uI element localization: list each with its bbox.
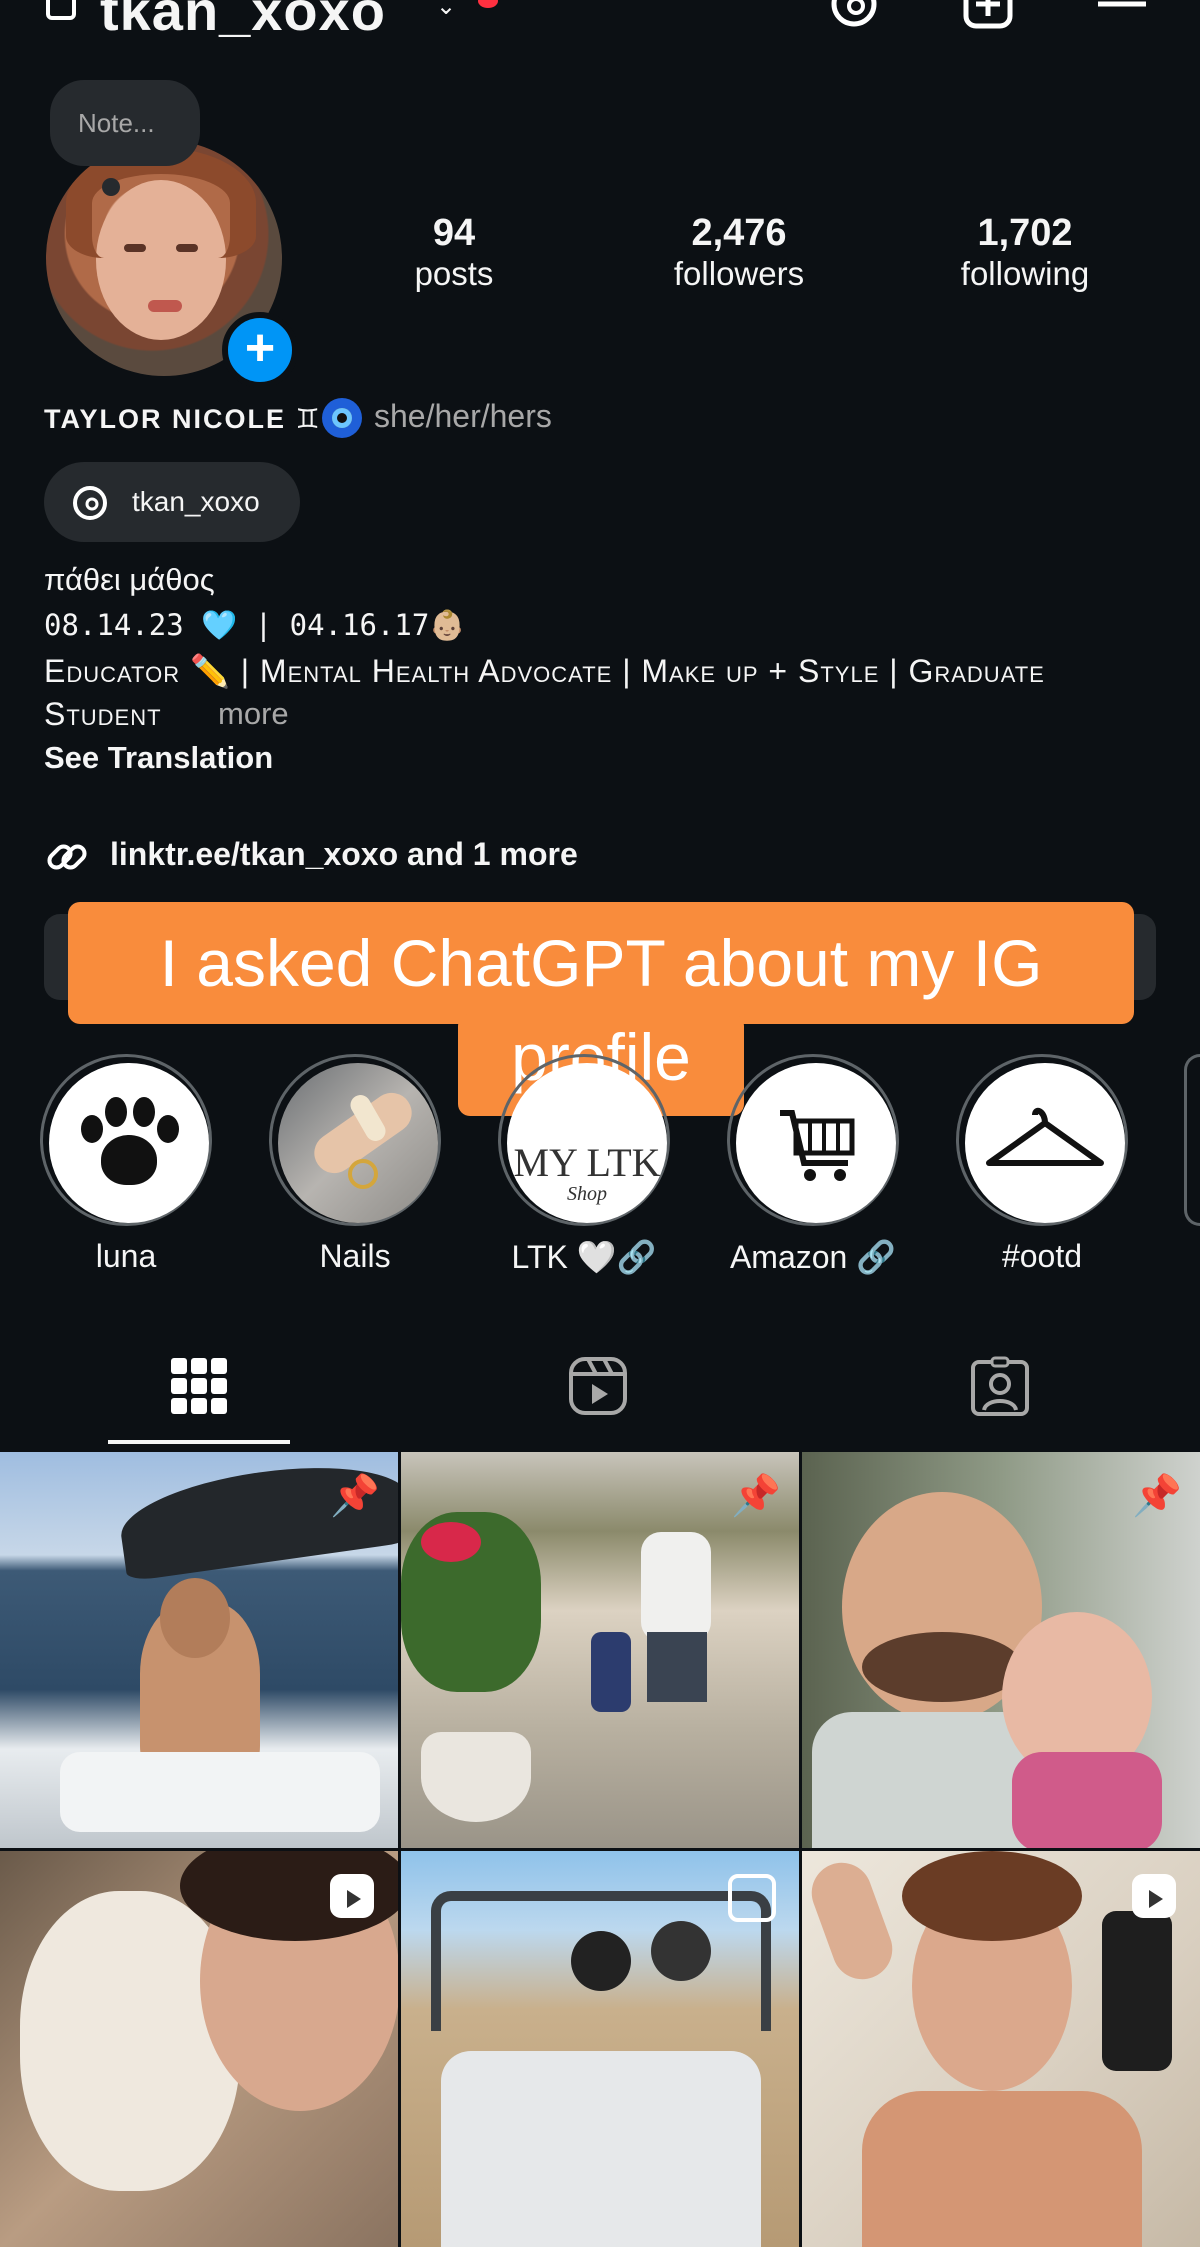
following-stat[interactable]: 1,702 following [905,212,1145,293]
pin-icon: 📌 [1132,1474,1182,1518]
highlight-label: #ootd [1001,1238,1083,1274]
menu-icon[interactable] [1096,0,1148,30]
see-translation-link[interactable]: See Translation [44,740,273,776]
create-post-icon[interactable] [962,0,1014,30]
posts-stat[interactable]: 94 posts [334,212,574,293]
highlight-ring [727,1054,899,1226]
bio-line-3: Educator ✏️ | Mental Health Advocate | M… [44,653,1045,689]
note-placeholder[interactable]: Note... [78,108,155,139]
highlight-ring [40,1054,212,1226]
pin-icon: 📌 [330,1474,380,1518]
nazar-eye-icon [322,398,362,438]
display-name: TAYLOR NICOLE ♊ [44,404,322,434]
chevron-down-icon[interactable]: ⌄ [436,0,456,21]
highlight-label: LTK 🤍🔗 [511,1239,657,1275]
bio-line-4: Student [44,696,162,732]
cart-icon [736,1063,896,1223]
bio-line-2: 08.14.23 🩵 | 04.16.17👶🏼 [44,608,466,642]
highlight-partial[interactable] [1184,1054,1200,1226]
bio-line-1: πάθει μάθος [44,562,215,597]
highlight-label: Nails [319,1238,391,1274]
highlight-ring [956,1054,1128,1226]
ltk-logo-subtext: Shop [567,1183,607,1205]
followers-label: followers [673,255,805,292]
notification-dot [478,0,498,8]
profile-username[interactable]: tkan_xoxo [100,0,386,43]
reels-icon[interactable] [568,1356,628,1416]
posts-count: 94 [432,212,476,254]
followers-count: 2,476 [691,212,787,254]
lock-icon [46,0,76,20]
hanger-icon [965,1063,1125,1223]
nails-photo [278,1063,438,1223]
following-count: 1,702 [977,212,1073,254]
highlight-ltk[interactable]: MY LTK Shop [498,1054,670,1226]
grid-icon[interactable] [169,1356,229,1416]
reel-icon [330,1874,374,1918]
top-bar: tkan_xoxo ⌄ [0,0,1200,43]
highlight-label: luna [95,1238,157,1274]
link-icon [47,844,87,870]
highlight-nails[interactable] [269,1054,441,1226]
following-label: following [960,255,1090,292]
highlight-ring: MY LTK Shop [498,1054,670,1226]
highlight-ootd[interactable] [956,1054,1128,1226]
highlight-ring [269,1054,441,1226]
threads-icon[interactable] [828,0,880,30]
more-link[interactable]: more [218,696,289,732]
carousel-icon [728,1874,776,1922]
plus-icon: + [244,319,276,377]
threads-icon [73,486,107,520]
caption-line-1: I asked ChatGPT about my IG [159,926,1043,1000]
active-tab-indicator [108,1440,290,1444]
threads-handle: tkan_xoxo [132,486,260,517]
followers-stat[interactable]: 2,476 followers [619,212,859,293]
highlight-amazon[interactable] [727,1054,899,1226]
bio-link[interactable]: linktr.ee/tkan_xoxo and 1 more [110,836,578,873]
ltk-logo: MY LTK Shop [507,1063,667,1223]
highlight-luna[interactable] [40,1054,212,1226]
note-bubble-tail [102,178,120,196]
tagged-icon[interactable] [970,1356,1030,1416]
ltk-logo-text: MY LTK [513,1140,661,1185]
pin-icon: 📌 [731,1474,781,1518]
posts-label: posts [414,255,494,292]
highlight-label: Amazon 🔗 [729,1239,897,1275]
pronouns: she/her/hers [374,398,552,434]
paw-icon [49,1063,209,1223]
reel-icon [1132,1874,1176,1918]
add-story-button[interactable]: + [222,312,298,388]
